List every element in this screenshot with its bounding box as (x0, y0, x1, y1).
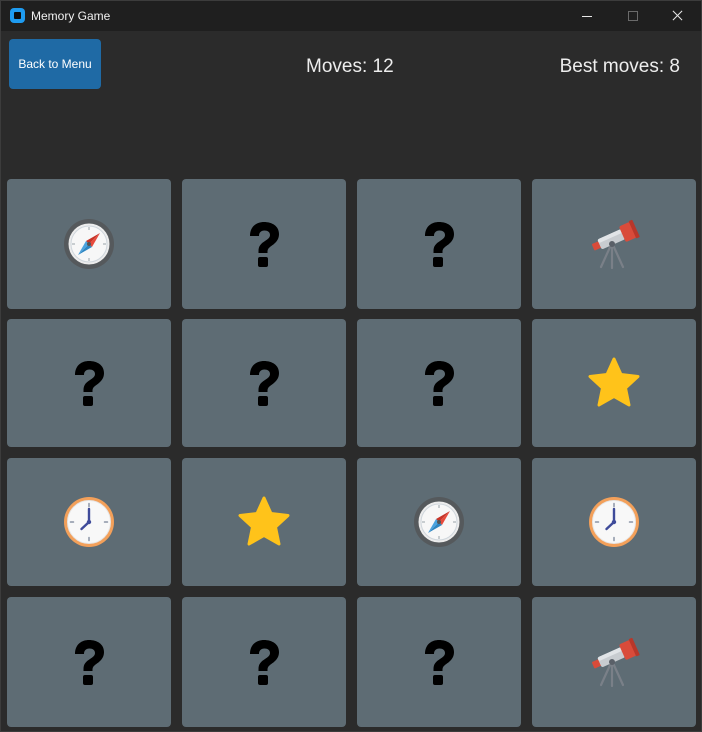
card-2-2[interactable] (182, 319, 346, 447)
compass-icon (63, 218, 115, 270)
question-mark-icon (69, 638, 109, 686)
card-1-4[interactable] (532, 179, 696, 309)
close-button[interactable] (655, 1, 701, 31)
maximize-icon (628, 11, 638, 21)
card-1-1[interactable] (7, 179, 171, 309)
card-2-4[interactable] (532, 319, 696, 447)
card-3-1[interactable] (7, 458, 171, 586)
clock-icon (63, 496, 115, 548)
telescope-icon (585, 218, 643, 270)
card-3-3[interactable] (357, 458, 521, 586)
card-3-4[interactable] (532, 458, 696, 586)
card-grid (7, 179, 697, 729)
card-1-2[interactable] (182, 179, 346, 309)
card-1-3[interactable] (357, 179, 521, 309)
card-3-2[interactable] (182, 458, 346, 586)
question-mark-icon (69, 359, 109, 407)
question-mark-icon (419, 638, 459, 686)
question-mark-icon (419, 359, 459, 407)
question-mark-icon (419, 220, 459, 268)
best-moves-counter: Best moves: 8 (559, 56, 680, 77)
card-4-2[interactable] (182, 597, 346, 727)
window-title: Memory Game (31, 9, 111, 23)
card-2-1[interactable] (7, 319, 171, 447)
telescope-icon (585, 636, 643, 688)
card-4-1[interactable] (7, 597, 171, 727)
moves-counter: Moves: 12 (306, 56, 394, 77)
maximize-button[interactable] (610, 1, 656, 31)
star-icon (587, 357, 641, 409)
card-4-3[interactable] (357, 597, 521, 727)
clock-icon (588, 496, 640, 548)
compass-icon (413, 496, 465, 548)
question-mark-icon (244, 359, 284, 407)
back-to-menu-button[interactable]: Back to Menu (9, 39, 101, 89)
title-bar[interactable]: Memory Game (1, 1, 701, 31)
app-icon (10, 8, 25, 23)
question-mark-icon (244, 220, 284, 268)
app-window: Memory Game Back to Menu Moves: 12 Best … (0, 0, 702, 732)
card-4-4[interactable] (532, 597, 696, 727)
question-mark-icon (244, 638, 284, 686)
minimize-button[interactable] (565, 1, 611, 31)
card-2-3[interactable] (357, 319, 521, 447)
star-icon (237, 496, 291, 548)
minimize-icon (582, 16, 592, 17)
